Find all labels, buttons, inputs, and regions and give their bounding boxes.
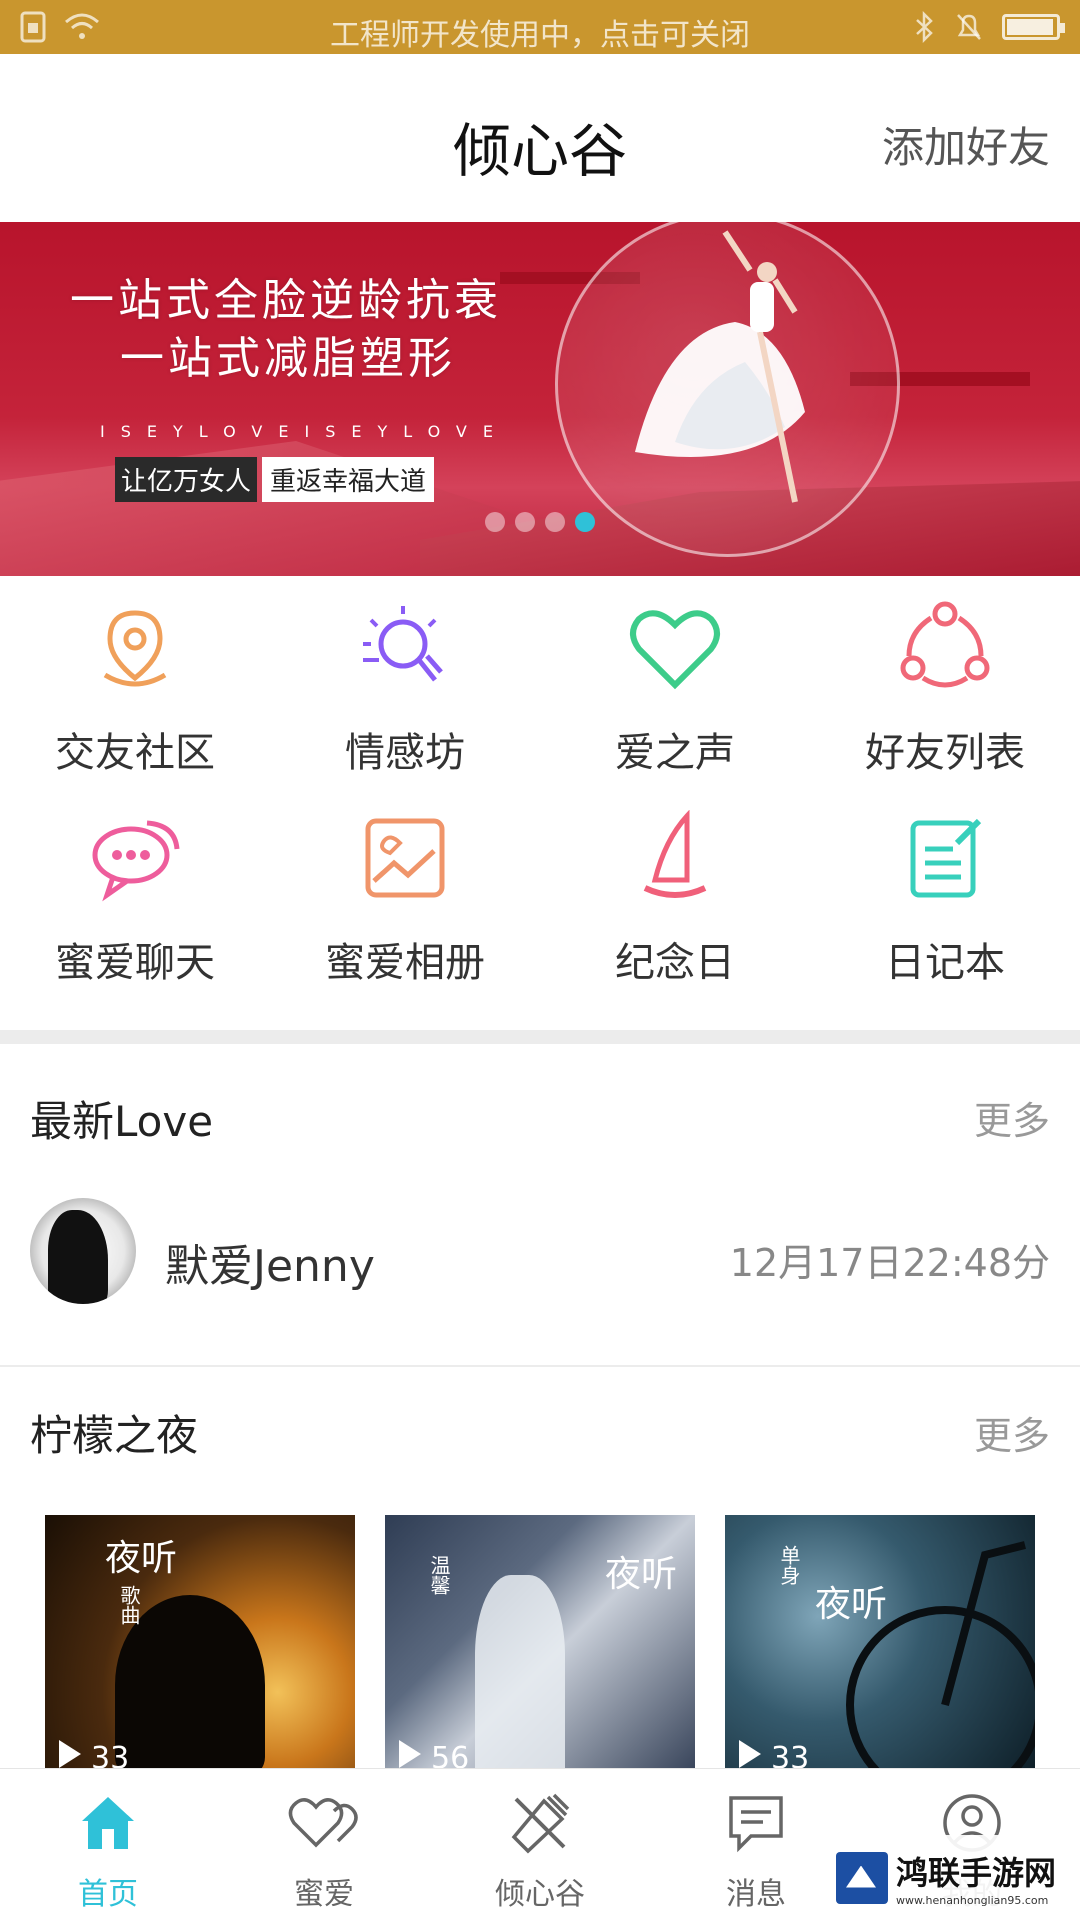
play-count: 56 (431, 1741, 470, 1768)
tab-sweet-love[interactable]: 蜜爱 (216, 1769, 432, 1920)
heart-icon (625, 598, 725, 698)
photo-album-icon (355, 808, 455, 908)
notebook-icon (895, 808, 995, 908)
play-count: 33 (771, 1741, 810, 1768)
card-title: 夜听 (605, 1554, 678, 1595)
card-subtitle: 单身 (777, 1545, 801, 1585)
lemon-night-title: 柠檬之夜 (30, 1411, 199, 1460)
banner-circle-frame (555, 222, 900, 557)
feature-grid: 交友社区 情感坊 爱之声 好友列表 蜜爱聊天 蜜爱相册 纪念日 日记本 (0, 576, 1080, 1030)
tab-label: 蜜爱 (294, 1877, 354, 1912)
watermark-text: 鸿联手游网 www.henanhonglian95.com (896, 1848, 1056, 1907)
watermark-logo (836, 1851, 888, 1904)
watermark-name: 鸿联手游网 (896, 1854, 1057, 1892)
feature-emotion-workshop[interactable]: 情感坊 (270, 576, 540, 806)
feature-sweet-chat[interactable]: 蜜爱聊天 (0, 806, 270, 1030)
card-subtitle: 歌曲 (117, 1585, 141, 1625)
feature-diary[interactable]: 日记本 (810, 806, 1080, 1030)
promo-banner[interactable]: 一站式全脸逆龄抗衰 一站式减脂塑形 ISEYLOVEISEYLOVE 让亿万女人… (0, 222, 1080, 576)
tab-label: 消息 (726, 1877, 786, 1912)
banner-tag-dark: 让亿万女人 (115, 457, 258, 502)
location-pin-icon (85, 598, 185, 698)
status-left (20, 11, 100, 43)
feature-label: 情感坊 (345, 730, 465, 776)
carousel-dot-active[interactable] (575, 512, 595, 532)
battery-icon (1002, 14, 1065, 40)
lemon-night-more-link[interactable]: 更多 (974, 1405, 1050, 1460)
feature-label: 交友社区 (55, 730, 215, 776)
feature-sweet-album[interactable]: 蜜爱相册 (270, 806, 540, 1030)
night-audio-card[interactable]: 夜听 温馨 56 (385, 1515, 695, 1768)
tab-label: 倾心谷 (495, 1877, 585, 1912)
banner-tag-light: 重返幸福大道 (262, 457, 435, 502)
status-right (914, 11, 1065, 43)
play-icon[interactable] (399, 1740, 421, 1768)
feature-voice-of-love[interactable]: 爱之声 (540, 576, 810, 806)
lemon-night-list: 夜听 歌曲 33 夜听 温馨 56 夜听 单身 33 (45, 1515, 1035, 1768)
carousel-dot[interactable] (485, 512, 505, 532)
play-icon[interactable] (739, 1740, 761, 1768)
card-subtitle: 温馨 (427, 1555, 451, 1595)
banner-english: ISEYLOVEISEYLOVE (100, 422, 509, 441)
share-nodes-icon (895, 598, 995, 698)
section-divider (0, 1030, 1080, 1044)
tab-qingxingu[interactable]: 倾心谷 (432, 1769, 648, 1920)
add-friend-button[interactable]: 添加好友 (882, 114, 1050, 175)
love-timestamp: 12月17日22:48分 (729, 1241, 1050, 1285)
night-audio-card[interactable]: 夜听 单身 33 (725, 1515, 1035, 1768)
hearts-icon (288, 1787, 360, 1859)
carousel-dots (485, 512, 595, 532)
card-title: 夜听 (815, 1584, 888, 1625)
feature-label: 纪念日 (615, 940, 735, 986)
banner-line-1: 一站式全脸逆龄抗衰 (70, 275, 502, 326)
message-icon (720, 1787, 792, 1859)
home-icon (72, 1787, 144, 1859)
chat-bubble-icon (85, 808, 185, 908)
mute-bell-icon (957, 14, 981, 40)
avatar (30, 1198, 136, 1304)
night-audio-card[interactable]: 夜听 歌曲 33 (45, 1515, 355, 1768)
carousel-dot[interactable] (515, 512, 535, 532)
tab-home[interactable]: 首页 (0, 1769, 216, 1920)
app-header: 倾心谷 添加好友 (0, 54, 1080, 222)
site-watermark: 鸿联手游网 www.henanhonglian95.com (830, 1835, 1080, 1920)
love-user-name: 默爱Jenny (165, 1241, 375, 1292)
bluetooth-icon (916, 11, 933, 43)
tab-label: 首页 (78, 1877, 138, 1912)
feature-label: 蜜爱相册 (325, 940, 485, 986)
bicycle-illustration (846, 1541, 1035, 1768)
play-count: 33 (91, 1741, 130, 1768)
watermark-url: www.henanhonglian95.com (896, 1894, 1049, 1907)
banner-headline: 一站式全脸逆龄抗衰 一站式减脂塑形 (70, 272, 502, 388)
banner-line-2: 一站式减脂塑形 (120, 333, 456, 384)
play-icon[interactable] (59, 1740, 81, 1768)
carousel-dot[interactable] (545, 512, 565, 532)
latest-love-title: 最新Love (30, 1097, 214, 1146)
feature-friend-list[interactable]: 好友列表 (810, 576, 1080, 806)
feature-label: 好友列表 (865, 730, 1025, 776)
feature-social-community[interactable]: 交友社区 (0, 576, 270, 806)
card-title: 夜听 (105, 1538, 178, 1579)
feature-label: 日记本 (885, 940, 1005, 986)
latest-love-item[interactable]: 默爱Jenny 12月17日22:48分 (0, 1190, 1080, 1310)
sim-icon (20, 11, 46, 43)
fork-knife-icon (504, 1787, 576, 1859)
feature-label: 爱之声 (615, 730, 735, 776)
feature-label: 蜜爱聊天 (55, 940, 215, 986)
feature-anniversary[interactable]: 纪念日 (540, 806, 810, 1030)
ballerina-illustration (635, 230, 805, 503)
section-divider (0, 1365, 1080, 1367)
status-bar: 工程师开发使用中，点击可关闭 (0, 0, 1080, 54)
sailboat-icon (625, 808, 725, 908)
light-bulb-icon (355, 598, 455, 698)
wifi-icon (65, 13, 99, 39)
latest-love-more-link[interactable]: 更多 (974, 1090, 1050, 1145)
